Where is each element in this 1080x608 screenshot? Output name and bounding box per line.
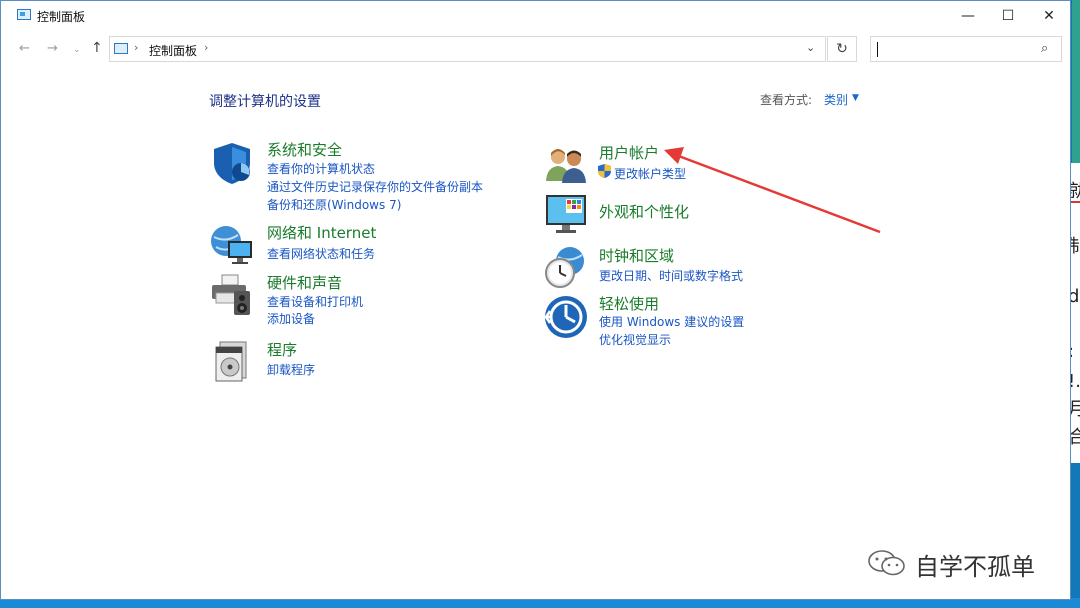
address-dropdown-icon[interactable]: ⌄ xyxy=(806,41,815,54)
maximize-button[interactable]: ☐ xyxy=(985,1,1031,31)
clock-globe-icon[interactable] xyxy=(544,245,588,289)
search-box[interactable]: ⌕ xyxy=(870,36,1062,62)
uac-shield-icon xyxy=(598,164,611,178)
search-input[interactable] xyxy=(875,39,1039,61)
category-link[interactable]: 通过文件历史记录保存你的文件备份副本 xyxy=(267,178,483,195)
category-title[interactable]: 轻松使用 xyxy=(599,293,659,314)
window-title: 控制面板 xyxy=(37,10,86,24)
category-link[interactable]: 卸载程序 xyxy=(267,361,315,378)
globe-network-icon[interactable] xyxy=(210,223,254,267)
title-bar[interactable]: 控制面板 — ☐ ✕ xyxy=(1,1,1070,31)
view-by-dropdown[interactable]: 类别 xyxy=(824,91,848,108)
chevron-down-icon[interactable]: ▼ xyxy=(852,93,859,103)
category-title[interactable]: 用户帐户 xyxy=(599,142,659,163)
category-title[interactable]: 系统和安全 xyxy=(267,139,342,160)
control-panel-icon xyxy=(17,9,31,20)
control-panel-icon xyxy=(114,43,128,54)
navigation-bar: ← → ⌄ ↑ › 控制面板 › ⌄ ↻ ⌕ xyxy=(1,35,1070,65)
category-link[interactable]: 更改日期、时间或数字格式 xyxy=(599,267,743,284)
category-title[interactable]: 时钟和区域 xyxy=(599,245,674,266)
text-cursor xyxy=(877,42,878,57)
category-title[interactable]: 程序 xyxy=(267,339,297,360)
shield-icon[interactable] xyxy=(210,141,254,185)
view-by-label: 查看方式: xyxy=(760,93,813,107)
page-title: 调整计算机的设置 xyxy=(209,94,321,110)
ease-of-access-icon[interactable] xyxy=(544,295,588,339)
category-link[interactable]: 查看你的计算机状态 xyxy=(267,160,375,177)
address-bar[interactable]: › 控制面板 › ⌄ xyxy=(109,36,826,62)
category-link[interactable]: 查看网络状态和任务 xyxy=(267,245,375,262)
recent-locations-chevron-icon[interactable]: ⌄ xyxy=(73,45,81,55)
search-icon[interactable]: ⌕ xyxy=(1041,41,1048,56)
forward-arrow-icon[interactable]: → xyxy=(47,41,58,56)
control-panel-window: 控制面板 — ☐ ✕ ← → ⌄ ↑ › 控制面板 › ⌄ ↻ ⌕ 调整计算机的… xyxy=(0,0,1071,600)
printer-speaker-icon[interactable] xyxy=(210,273,254,317)
breadcrumb-separator-icon[interactable]: › xyxy=(204,41,208,54)
category-title[interactable]: 硬件和声音 xyxy=(267,272,342,293)
category-link[interactable]: 使用 Windows 建议的设置 xyxy=(599,313,744,330)
programs-disc-icon[interactable] xyxy=(210,339,254,383)
wechat-icon xyxy=(868,550,905,576)
breadcrumb-separator-icon[interactable]: › xyxy=(134,41,138,54)
back-arrow-icon[interactable]: ← xyxy=(19,41,30,56)
category-link[interactable]: 优化视觉显示 xyxy=(599,331,671,348)
category-link[interactable]: 更改帐户类型 xyxy=(614,165,686,182)
background-window-strip xyxy=(1072,0,1080,163)
category-title[interactable]: 外观和个性化 xyxy=(599,201,689,222)
watermark-text: 自学不孤单 xyxy=(915,553,1035,581)
category-title[interactable]: 网络和 Internet xyxy=(267,222,376,243)
category-link[interactable]: 查看设备和打印机 xyxy=(267,293,363,310)
monitor-palette-icon[interactable] xyxy=(544,191,588,235)
users-icon[interactable] xyxy=(544,143,588,187)
category-link[interactable]: 添加设备 xyxy=(267,310,315,327)
up-arrow-icon[interactable]: ↑ xyxy=(91,40,103,56)
close-button[interactable]: ✕ xyxy=(1026,1,1072,31)
breadcrumb-control-panel[interactable]: 控制面板 xyxy=(149,42,197,59)
refresh-icon[interactable]: ↻ xyxy=(827,36,857,62)
category-link[interactable]: 备份和还原(Windows 7) xyxy=(267,196,401,213)
